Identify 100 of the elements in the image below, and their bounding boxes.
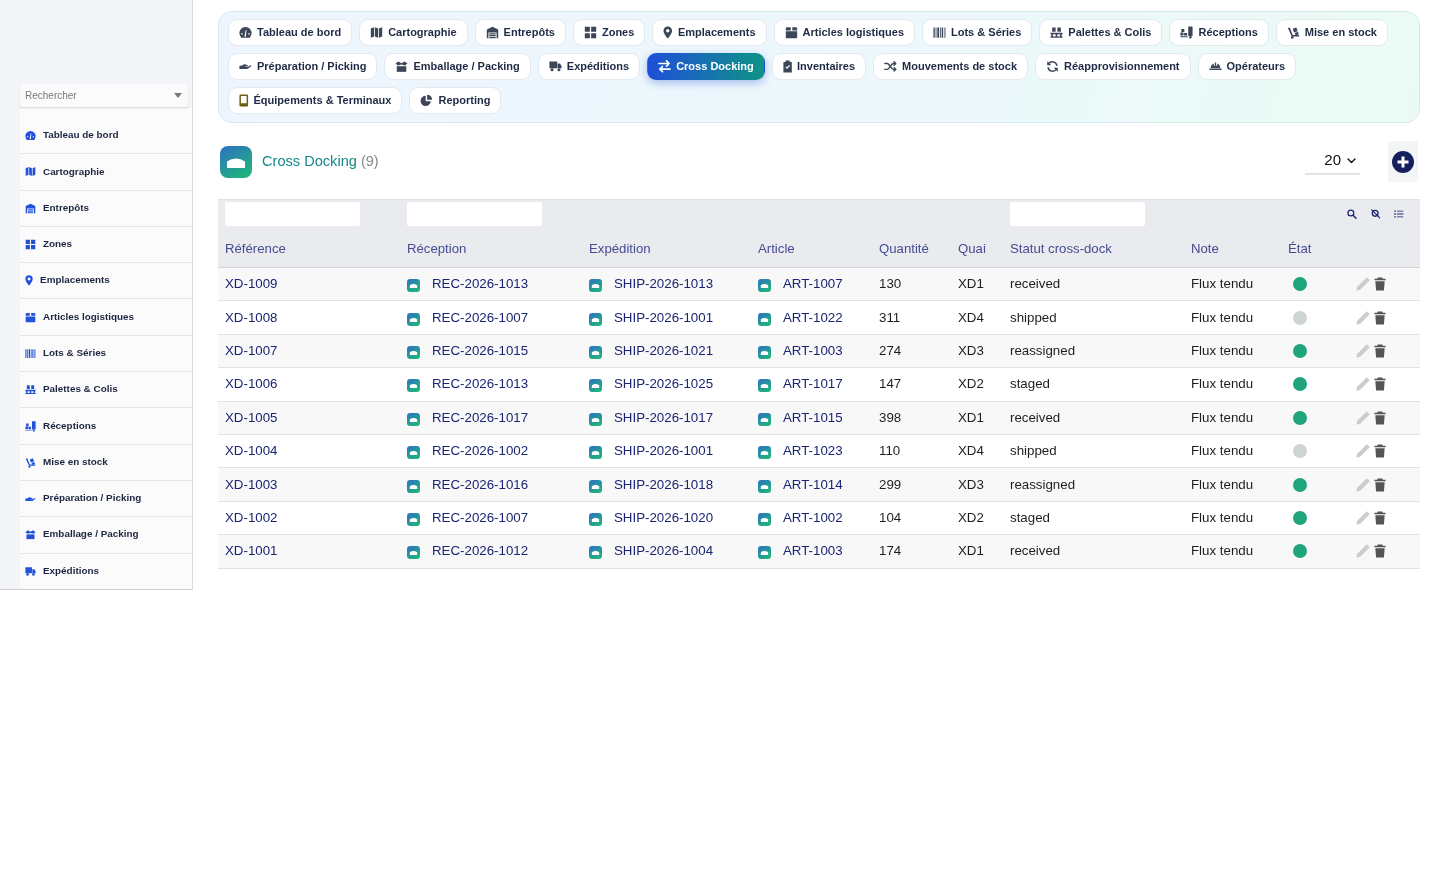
hangar-icon (407, 546, 420, 560)
reception-link[interactable]: REC-2026-1002 (432, 441, 529, 462)
trash-icon[interactable] (1373, 544, 1387, 559)
status-text: shipped (1010, 443, 1057, 459)
article-link[interactable]: ART-1017 (783, 374, 843, 395)
reference-link[interactable]: XD-1002 (225, 509, 278, 525)
hand-truck-icon (1286, 26, 1300, 39)
nav-tab[interactable]: Cross Docking (647, 53, 765, 80)
nav-tab[interactable]: Inventaires (771, 53, 867, 80)
nav-tab[interactable]: Opérateurs (1197, 53, 1297, 80)
nav-tab[interactable]: Préparation / Picking (228, 53, 378, 80)
note-text: Flux tendu (1191, 543, 1254, 559)
shipment-link[interactable]: SHIP-2026-1020 (614, 507, 714, 528)
quantity-text: 104 (879, 509, 902, 525)
nav-tab[interactable]: Réapprovisionnement (1035, 53, 1191, 80)
nav-tab[interactable]: Lots & Séries (922, 19, 1033, 46)
nav-tab[interactable]: Équipements & Terminaux (228, 87, 403, 114)
trash-icon[interactable] (1373, 377, 1387, 392)
reference-link[interactable]: XD-1006 (225, 376, 278, 392)
trash-icon[interactable] (1373, 277, 1387, 292)
column-header[interactable]: Article (758, 240, 795, 256)
trash-icon[interactable] (1373, 343, 1387, 358)
clipboard-check-icon (782, 60, 792, 73)
note-text: Flux tendu (1191, 276, 1254, 292)
reference-link[interactable]: XD-1008 (225, 309, 278, 325)
search-icon[interactable] (1347, 208, 1357, 221)
nav-tab[interactable]: Cartographie (359, 19, 468, 46)
hand-icon (25, 496, 36, 501)
list-icon[interactable] (1394, 208, 1404, 221)
trash-icon[interactable] (1373, 444, 1387, 459)
swap-arrows-icon (658, 60, 672, 73)
nav-tab[interactable]: Zones (572, 19, 646, 46)
search-off-icon[interactable] (1370, 208, 1381, 221)
dock-text: XD4 (958, 443, 984, 459)
hangar-icon (758, 479, 771, 493)
box-icon (25, 311, 36, 323)
trash-icon[interactable] (1373, 510, 1387, 525)
reference-link[interactable]: XD-1005 (225, 409, 278, 425)
nav-tab[interactable]: Palettes & Colis (1039, 19, 1163, 46)
nav-tab[interactable]: Emplacements (652, 19, 767, 46)
shipment-link[interactable]: SHIP-2026-1001 (614, 441, 714, 462)
trash-icon[interactable] (1373, 310, 1387, 325)
record-count: (9) (360, 151, 379, 171)
nav-tab[interactable]: Articles logistiques (773, 19, 915, 46)
reception-link[interactable]: REC-2026-1007 (432, 507, 529, 528)
column-header[interactable]: Note (1191, 240, 1219, 256)
page-size-select[interactable]: 20 (1305, 148, 1360, 175)
hangar-icon (407, 312, 420, 326)
nav-tab[interactable]: Réceptions (1169, 19, 1269, 46)
nav-tab[interactable]: Tableau de bord (228, 19, 353, 46)
quantity-text: 110 (879, 443, 901, 459)
reference-link[interactable]: XD-1001 (225, 543, 278, 559)
truck-boxes-icon (25, 420, 36, 432)
status-text: staged (1010, 376, 1050, 392)
note-text: Flux tendu (1191, 309, 1254, 325)
column-header[interactable]: Expédition (589, 240, 651, 256)
dock-text: XD1 (958, 276, 984, 292)
status-text: reassigned (1010, 476, 1076, 492)
hangar-icon (758, 312, 771, 326)
add-button[interactable] (1388, 141, 1418, 182)
hangar-icon (758, 379, 771, 393)
nav-tab[interactable]: Reporting (409, 87, 502, 114)
article-link[interactable]: ART-1022 (783, 307, 843, 328)
article-link[interactable]: ART-1002 (783, 507, 843, 528)
trash-icon[interactable] (1373, 410, 1387, 425)
grid-icon (583, 26, 597, 39)
hangar-icon (758, 446, 771, 460)
chevron-icon (1347, 157, 1356, 164)
hangar-icon (589, 412, 602, 426)
shipment-link[interactable]: SHIP-2026-1025 (614, 374, 714, 395)
status-text: received (1010, 409, 1061, 425)
page-title: Cross Docking (262, 151, 357, 171)
shuffle-icon (884, 61, 898, 72)
status-text: reassigned (1010, 343, 1076, 358)
shipment-link[interactable]: SHIP-2026-1001 (614, 307, 714, 328)
reference-link[interactable]: XD-1004 (225, 443, 278, 459)
caret-icon[interactable] (174, 93, 182, 98)
reference-link[interactable]: XD-1009 (225, 276, 278, 292)
reception-link[interactable]: REC-2026-1013 (432, 374, 529, 395)
search-field[interactable]: Rechercher (20, 84, 188, 107)
reference-link[interactable]: XD-1007 (225, 343, 278, 358)
hangar-icon (758, 345, 771, 359)
nav-tab[interactable]: Entrepôts (474, 19, 566, 46)
warehouse-icon (485, 26, 499, 39)
reference-link[interactable]: XD-1003 (225, 476, 278, 492)
nav-tab[interactable]: Mise en stock (1275, 19, 1388, 46)
hangar-icon (589, 279, 602, 293)
reception-link[interactable]: REC-2026-1007 (432, 307, 529, 328)
pin-icon (663, 26, 673, 39)
nav-tab[interactable]: Mouvements de stock (873, 53, 1028, 80)
nav-tab[interactable]: Emballage / Packing (384, 53, 531, 80)
article-link[interactable]: ART-1023 (783, 441, 843, 462)
trash-icon[interactable] (1373, 477, 1387, 492)
dock-text: XD3 (958, 343, 984, 358)
nav-tab[interactable]: Expéditions (537, 53, 641, 80)
column-header[interactable]: État (1288, 240, 1312, 256)
column-header[interactable]: Référence (225, 240, 286, 256)
note-text: Flux tendu (1191, 476, 1254, 492)
hangar-icon (758, 279, 771, 293)
column-header[interactable]: Réception (407, 240, 467, 256)
